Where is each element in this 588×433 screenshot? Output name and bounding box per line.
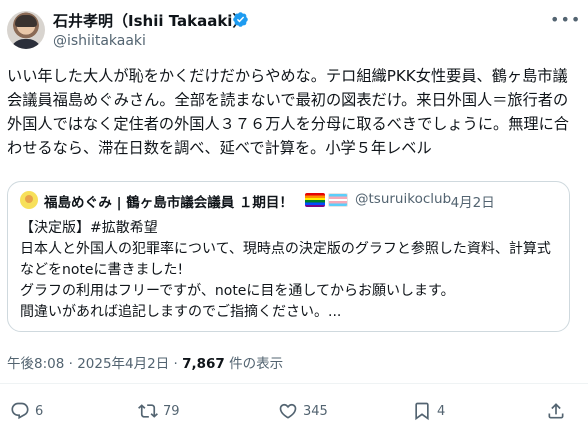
retweet-icon	[138, 404, 158, 418]
views-count: 7,867	[182, 356, 225, 372]
share-icon	[548, 403, 564, 419]
quote-avatar	[20, 191, 38, 209]
reply-button[interactable]: 6	[10, 400, 43, 422]
quote-handle: @tsuruikoclub	[355, 191, 452, 207]
action-bar: 6 79 345 4	[0, 400, 588, 422]
bookmark-icon	[415, 402, 429, 421]
rainbow-flag-icon	[305, 193, 325, 207]
avatar[interactable]	[7, 11, 45, 49]
quote-flag-emojis	[305, 193, 349, 207]
tweet-meta: 午後8:08 · 2025年4月2日 · 7,867 件の表示	[7, 352, 283, 372]
quote-display-name: 福島めぐみ | 鶴ヶ島市議会議員 １期目！	[44, 195, 293, 211]
like-icon	[279, 403, 297, 419]
retweet-count: 79	[163, 403, 180, 419]
more-icon[interactable]: •••	[550, 10, 580, 30]
transgender-flag-icon	[328, 193, 348, 207]
reply-icon	[11, 402, 29, 420]
quote-text: 【決定版】#拡散希望 日本人と外国人の犯罪率について、現時点の決定版のグラフと参…	[20, 220, 551, 320]
author-display-name[interactable]: 石井孝明（Ishii Takaaki）	[53, 10, 247, 31]
tweet-timestamp[interactable]: 午後8:08 · 2025年4月2日 ·	[7, 356, 182, 372]
reply-count: 6	[35, 403, 44, 419]
views-label: 件の表示	[224, 356, 284, 372]
like-button[interactable]: 345	[278, 400, 328, 422]
like-count: 345	[303, 403, 328, 419]
author-handle[interactable]: @ishiitakaaki	[53, 33, 146, 49]
avatar-suit	[10, 39, 42, 49]
tweet-text: いい年した大人が恥をかくだけだからやめな。テロ組織PKK女性要員、鶴ヶ島市議会議…	[7, 67, 569, 157]
tweet-header: 石井孝明（Ishii Takaaki） @ishiitakaaki •••	[0, 0, 588, 60]
bookmark-button[interactable]: 4	[412, 400, 445, 422]
retweet-button[interactable]: 79	[138, 400, 180, 422]
quote-tweet-card[interactable]: 福島めぐみ | 鶴ヶ島市議会議員 １期目！ @tsuruikoclub · 4月…	[7, 181, 570, 332]
quote-date: · 4月2日	[442, 195, 495, 211]
divider	[0, 383, 588, 384]
avatar-hair	[15, 15, 37, 27]
bookmark-count: 4	[437, 403, 446, 419]
verified-badge-icon	[233, 12, 248, 27]
share-button[interactable]	[546, 400, 566, 422]
